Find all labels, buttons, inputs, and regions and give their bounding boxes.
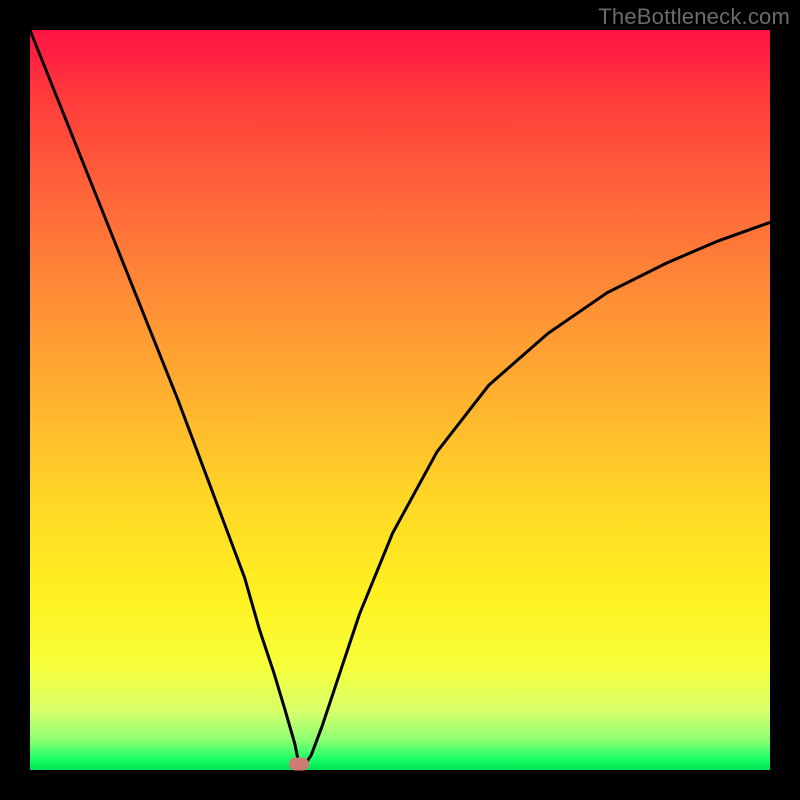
chart-frame: TheBottleneck.com (0, 0, 800, 800)
min-point-marker (289, 758, 309, 771)
curve-svg (30, 30, 770, 770)
curve-line (30, 30, 770, 766)
plot-area (30, 30, 770, 770)
attribution-text: TheBottleneck.com (598, 4, 790, 30)
